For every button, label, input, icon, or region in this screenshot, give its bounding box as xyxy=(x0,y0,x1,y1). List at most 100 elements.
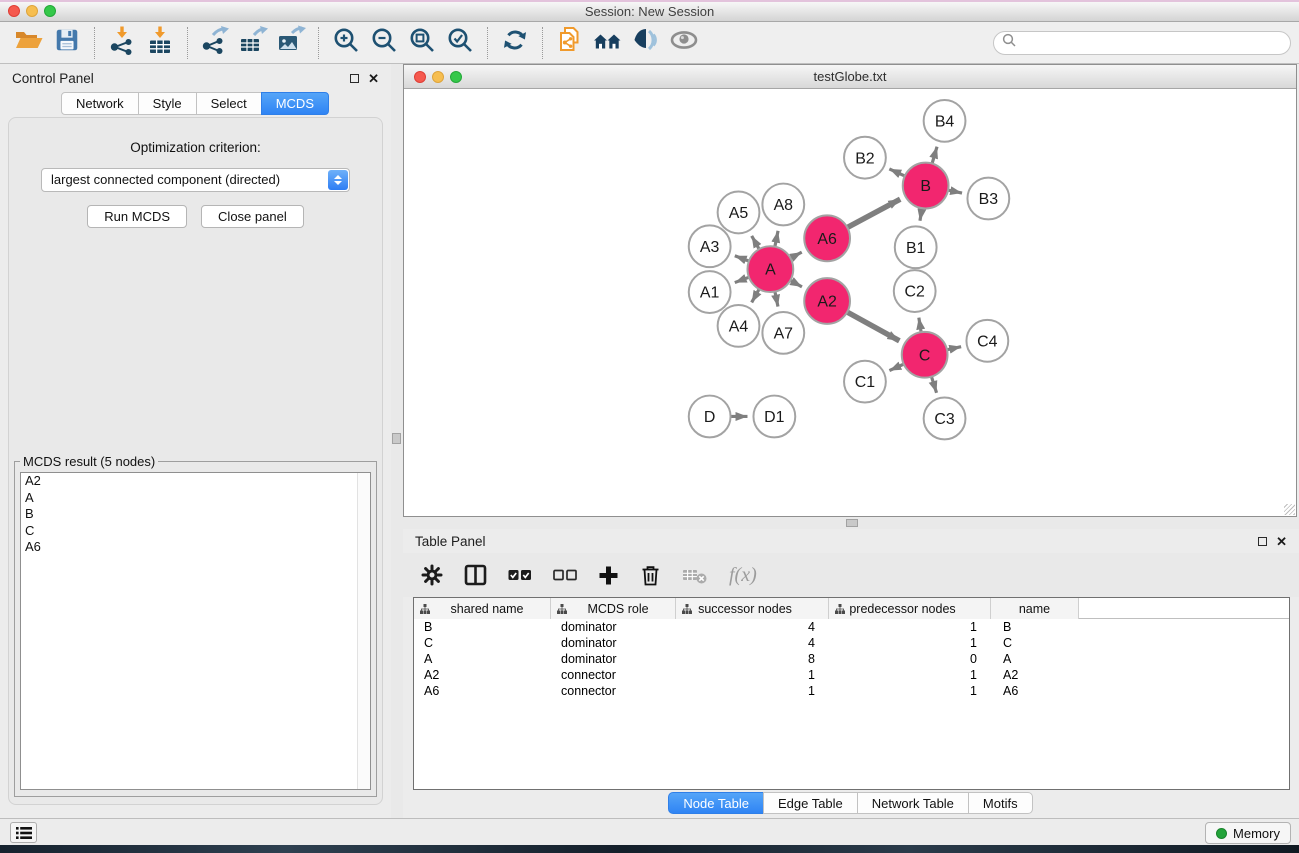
hide-graphics-button[interactable] xyxy=(627,25,665,61)
cell-shared-name[interactable]: B xyxy=(414,619,551,635)
result-list-scrollbar[interactable] xyxy=(357,473,370,789)
show-hide-button[interactable] xyxy=(665,25,703,61)
zoom-in-button[interactable] xyxy=(327,25,365,61)
result-item[interactable]: A xyxy=(21,490,370,507)
cell-mcds-role[interactable]: connector xyxy=(551,667,676,683)
graph-node-A4[interactable]: A4 xyxy=(718,305,760,347)
graph-node-B3[interactable]: B3 xyxy=(967,178,1009,220)
cell-predecessors[interactable]: 1 xyxy=(829,619,991,635)
delete-column-button[interactable] xyxy=(640,564,661,586)
float-table-panel-icon[interactable] xyxy=(1258,537,1267,546)
cell-predecessors[interactable]: 1 xyxy=(829,667,991,683)
graph-node-C4[interactable]: C4 xyxy=(966,320,1008,362)
tab-network[interactable]: Network xyxy=(61,92,139,115)
network-minimize-button[interactable] xyxy=(432,71,444,83)
network-window-titlebar[interactable]: testGlobe.txt xyxy=(404,65,1296,89)
cell-mcds-role[interactable]: dominator xyxy=(551,619,676,635)
cell-name[interactable]: B xyxy=(991,619,1079,635)
tab-mcds[interactable]: MCDS xyxy=(261,92,329,115)
cell-mcds-role[interactable]: dominator xyxy=(551,635,676,651)
cell-name[interactable]: A2 xyxy=(991,667,1079,683)
tab-motifs[interactable]: Motifs xyxy=(968,792,1033,814)
home-view-button[interactable] xyxy=(589,25,627,61)
mcds-result-list[interactable]: A2 A B C A6 xyxy=(20,472,371,790)
run-mcds-button[interactable]: Run MCDS xyxy=(87,205,187,228)
zoom-out-button[interactable] xyxy=(365,25,403,61)
zoom-selected-button[interactable] xyxy=(441,25,479,61)
memory-button[interactable]: Memory xyxy=(1205,822,1291,844)
export-table-button[interactable] xyxy=(234,25,272,61)
column-header-mcds-role[interactable]: MCDS role xyxy=(551,598,676,619)
graph-node-C3[interactable]: C3 xyxy=(924,398,966,440)
import-table-button[interactable] xyxy=(141,25,179,61)
network-graph[interactable]: B4B2BB3A8A5A6A3B1AC2A1A2A4A7C4CC1DD1C3 xyxy=(404,90,1296,516)
cell-shared-name[interactable]: A2 xyxy=(414,667,551,683)
zoom-fit-button[interactable] xyxy=(403,25,441,61)
add-column-button[interactable] xyxy=(598,565,619,586)
graph-node-A8[interactable]: A8 xyxy=(762,184,804,226)
deselect-all-rows-button[interactable] xyxy=(553,568,577,582)
table-row[interactable]: B dominator 4 1 B xyxy=(414,619,1289,635)
graph-node-A2[interactable]: A2 xyxy=(804,278,850,324)
cell-predecessors[interactable]: 1 xyxy=(829,635,991,651)
network-maximize-button[interactable] xyxy=(450,71,462,83)
cell-shared-name[interactable]: C xyxy=(414,635,551,651)
cell-successors[interactable]: 1 xyxy=(676,683,829,699)
cell-successors[interactable]: 4 xyxy=(676,619,829,635)
cell-mcds-role[interactable]: connector xyxy=(551,683,676,699)
function-builder-button[interactable]: f(x) xyxy=(729,564,757,587)
close-table-panel-icon[interactable]: ✕ xyxy=(1276,535,1287,548)
column-header-predecessor-nodes[interactable]: predecessor nodes xyxy=(829,598,991,619)
select-all-rows-button[interactable] xyxy=(508,568,532,582)
result-item[interactable]: A6 xyxy=(21,539,370,556)
cell-name[interactable]: A6 xyxy=(991,683,1079,699)
save-session-button[interactable] xyxy=(48,25,86,61)
refresh-button[interactable] xyxy=(496,25,534,61)
search-box[interactable] xyxy=(993,31,1291,55)
graph-node-C[interactable]: C xyxy=(902,332,948,378)
graph-node-A3[interactable]: A3 xyxy=(689,225,731,267)
horizontal-splitter-handle[interactable] xyxy=(846,519,858,527)
graph-node-A1[interactable]: A1 xyxy=(689,271,731,313)
search-input[interactable] xyxy=(1021,33,1290,53)
graph-node-B[interactable]: B xyxy=(903,163,949,209)
cell-successors[interactable]: 4 xyxy=(676,635,829,651)
table-row[interactable]: A2 connector 1 1 A2 xyxy=(414,667,1289,683)
table-row[interactable]: A dominator 8 0 A xyxy=(414,651,1289,667)
column-header-successor-nodes[interactable]: successor nodes xyxy=(676,598,829,619)
table-row[interactable]: C dominator 4 1 C xyxy=(414,635,1289,651)
export-network-button[interactable] xyxy=(196,25,234,61)
cell-predecessors[interactable]: 1 xyxy=(829,683,991,699)
cell-shared-name[interactable]: A xyxy=(414,651,551,667)
result-item[interactable]: A2 xyxy=(21,473,370,490)
network-canvas[interactable]: B4B2BB3A8A5A6A3B1AC2A1A2A4A7C4CC1DD1C3 xyxy=(404,90,1296,516)
horizontal-splitter[interactable] xyxy=(403,517,1299,529)
cell-name[interactable]: C xyxy=(991,635,1079,651)
cell-successors[interactable]: 1 xyxy=(676,667,829,683)
graph-node-B2[interactable]: B2 xyxy=(844,137,886,179)
graph-node-A6[interactable]: A6 xyxy=(804,215,850,261)
task-history-button[interactable] xyxy=(10,822,37,843)
close-panel-icon[interactable]: ✕ xyxy=(368,72,379,85)
graph-node-C2[interactable]: C2 xyxy=(894,270,936,312)
clone-network-button[interactable] xyxy=(551,25,589,61)
cell-name[interactable]: A xyxy=(991,651,1079,667)
column-header-shared-name[interactable]: shared name xyxy=(414,598,551,619)
float-panel-icon[interactable] xyxy=(350,74,359,83)
result-item[interactable]: C xyxy=(21,523,370,540)
close-panel-button[interactable]: Close panel xyxy=(201,205,304,228)
graph-node-D1[interactable]: D1 xyxy=(753,396,795,438)
import-network-button[interactable] xyxy=(103,25,141,61)
cell-shared-name[interactable]: A6 xyxy=(414,683,551,699)
criterion-dropdown[interactable]: largest connected component (directed) xyxy=(41,168,350,192)
graph-node-A[interactable]: A xyxy=(747,246,793,292)
graph-node-C1[interactable]: C1 xyxy=(844,361,886,403)
tab-style[interactable]: Style xyxy=(138,92,197,115)
graph-node-B4[interactable]: B4 xyxy=(924,100,966,142)
result-item[interactable]: B xyxy=(21,506,370,523)
export-image-button[interactable] xyxy=(272,25,310,61)
graph-node-B1[interactable]: B1 xyxy=(895,226,937,268)
tab-network-table[interactable]: Network Table xyxy=(857,792,969,814)
tab-select[interactable]: Select xyxy=(196,92,262,115)
graph-node-A7[interactable]: A7 xyxy=(762,312,804,354)
